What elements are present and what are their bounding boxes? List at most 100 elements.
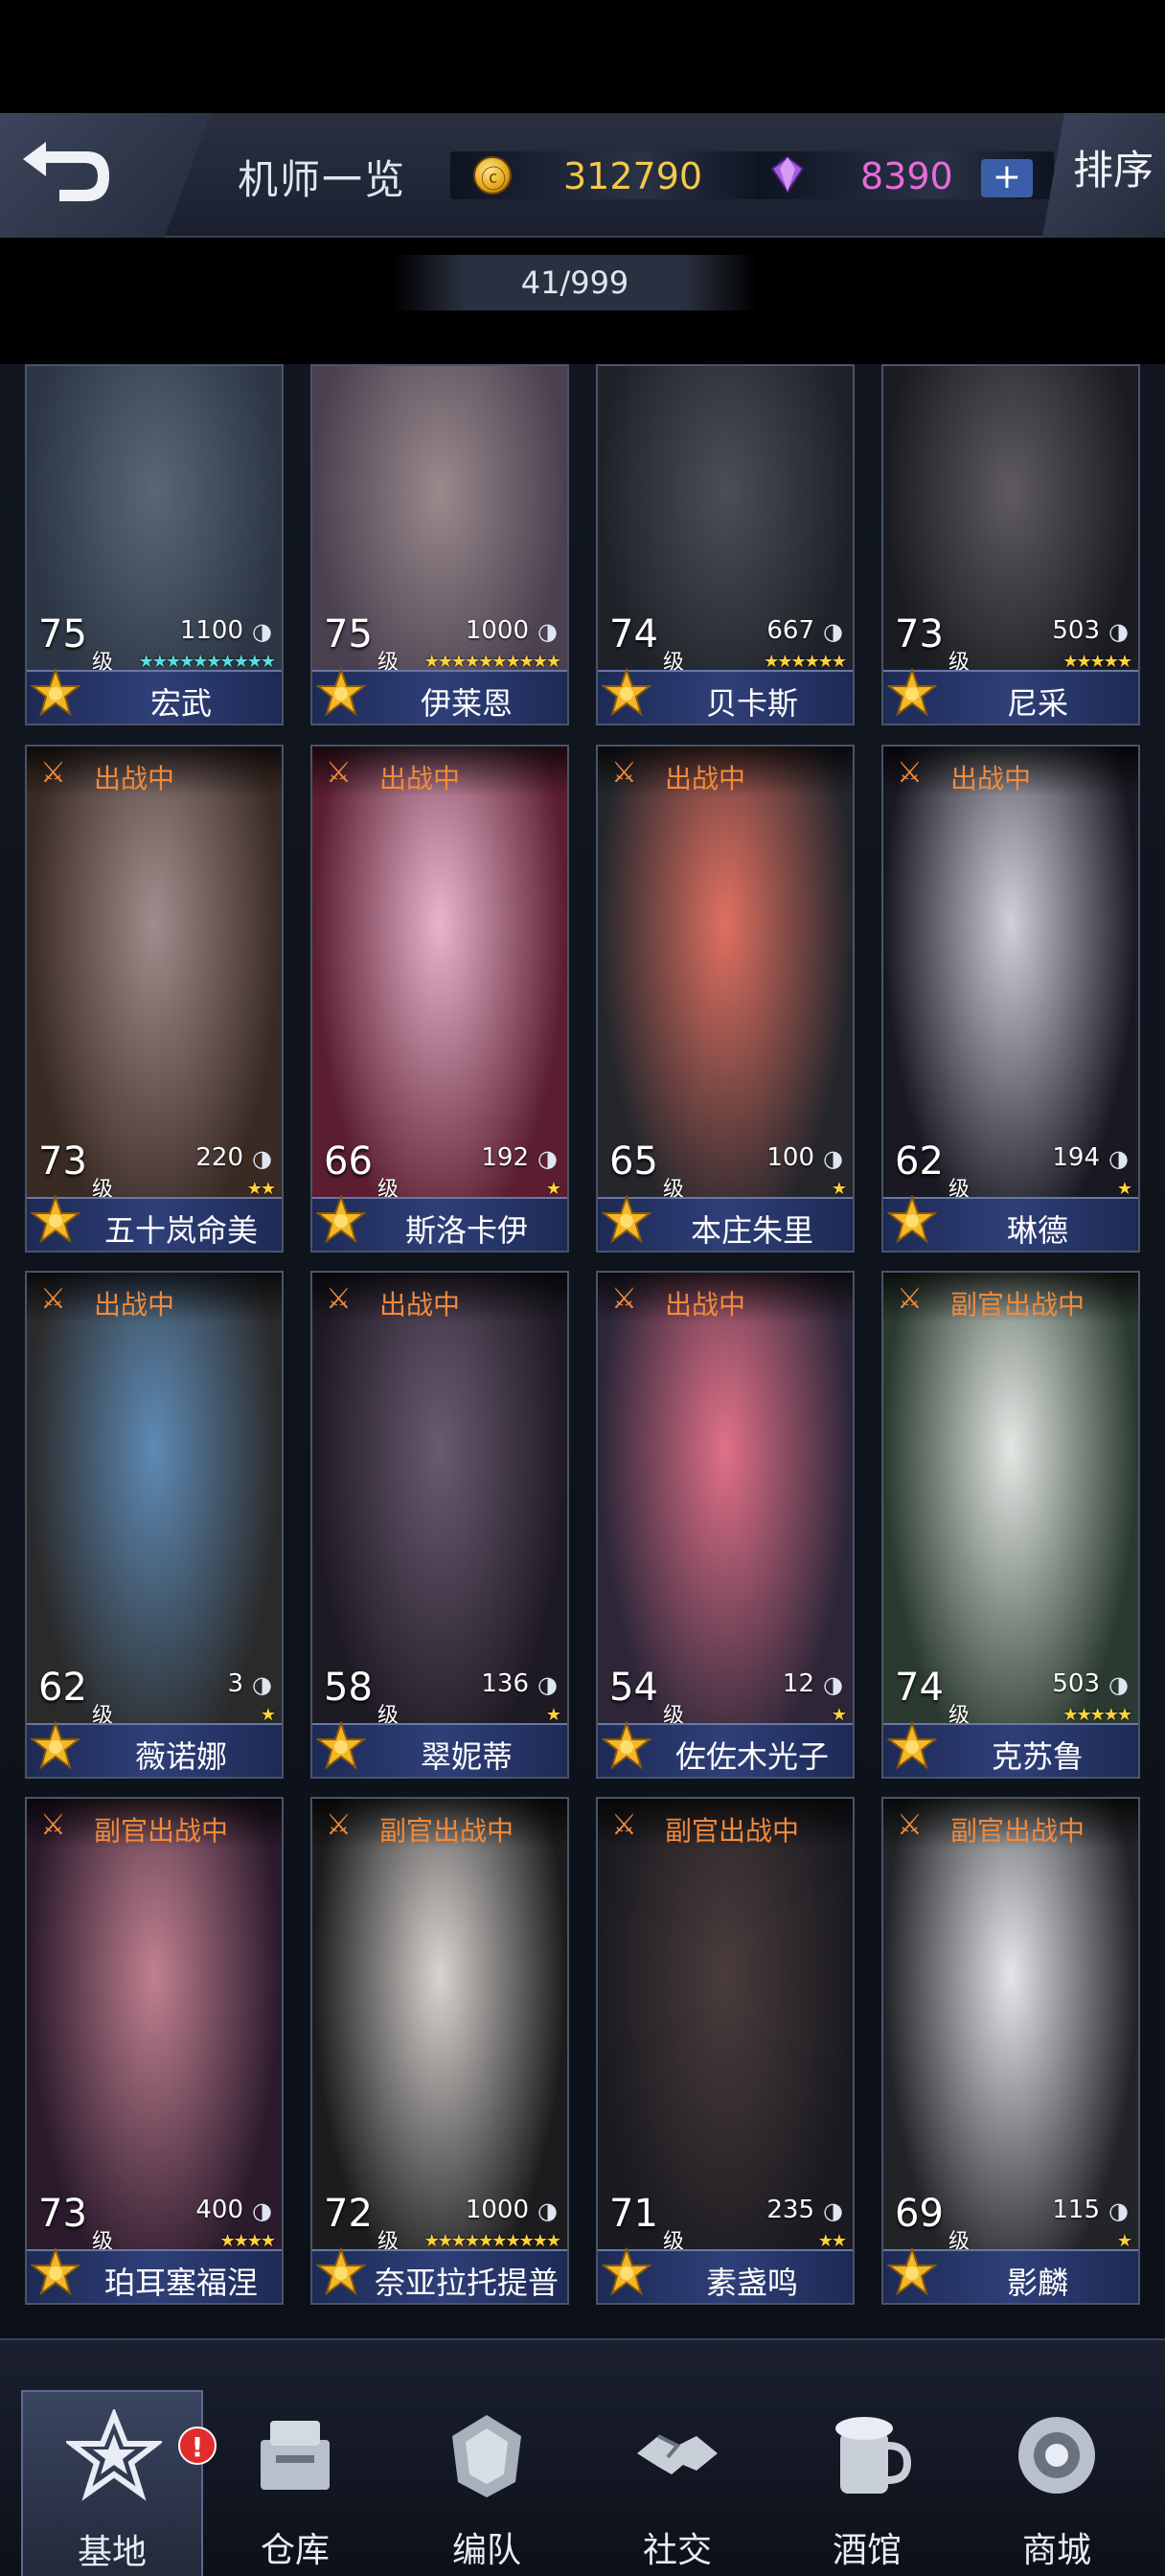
nav-label: 商城 <box>1021 2531 1091 2570</box>
power-icon: ◑ <box>823 1671 843 1698</box>
rank-star-icon <box>887 668 937 717</box>
crossed-swords-icon: ⚔ <box>611 1808 637 1842</box>
rank-star-icon <box>31 1195 80 1244</box>
pilot-level: 69 <box>895 2192 944 2236</box>
pilot-card[interactable]: ⚔ 出战中 54 级 12 ◑ ★ 佐佐木光子 <box>596 1271 855 1779</box>
star-rating: ★ <box>831 1705 847 1725</box>
power-icon: ◑ <box>252 1671 272 1698</box>
pilot-power: 220 <box>195 1143 243 1172</box>
add-gems-button[interactable]: + <box>981 159 1033 197</box>
pilot-card[interactable]: 73 级 503 ◑ ★★★★★ 尼采 <box>881 364 1140 725</box>
deploy-status: ⚔ 出战中 <box>27 747 282 796</box>
star-rating: ★★★★★ <box>1062 1705 1132 1725</box>
pilot-card[interactable]: ⚔ 出战中 58 级 136 ◑ ★ 翠妮蒂 <box>310 1271 569 1779</box>
power-icon: ◑ <box>1108 1671 1129 1698</box>
pilot-name: 珀耳塞福涅 <box>103 2265 258 2301</box>
pilot-name: 佐佐木光子 <box>674 1738 829 1775</box>
rank-star-icon <box>602 1195 651 1244</box>
deploy-status-label: 副官出战中 <box>950 1815 1085 1847</box>
deploy-status: ⚔ 出战中 <box>883 747 1138 796</box>
crossed-swords-icon: ⚔ <box>326 1282 352 1316</box>
pilot-level: 72 <box>324 2192 373 2236</box>
coin-value: 312790 <box>563 155 703 197</box>
pilot-name: 尼采 <box>1006 685 1068 722</box>
sort-button[interactable]: 排序 <box>1042 113 1165 238</box>
pilot-card[interactable]: ⚔ 出战中 65 级 100 ◑ ★ 本庄朱里 <box>596 745 855 1253</box>
pilot-level: 65 <box>609 1139 658 1184</box>
pilot-level: 73 <box>38 1139 87 1184</box>
back-button[interactable] <box>0 113 211 238</box>
pilot-card[interactable]: ⚔ 出战中 62 级 194 ◑ ★ 琳德 <box>881 745 1140 1253</box>
pilot-level: 62 <box>895 1139 944 1184</box>
status-bar <box>0 0 1165 113</box>
pilot-name: 伊莱恩 <box>420 685 513 722</box>
deploy-status-label: 出战中 <box>94 1289 175 1321</box>
pilot-card[interactable]: ⚔ 副官出战中 69 级 115 ◑ ★ 影麟 <box>881 1797 1140 2305</box>
nav-warehouse[interactable]: 仓库 <box>204 2390 386 2576</box>
crossed-swords-icon: ⚔ <box>897 1808 923 1842</box>
pilot-power: 3 <box>227 1669 243 1698</box>
pilot-level: 75 <box>38 612 87 656</box>
nav-shop[interactable]: 商城 <box>966 2390 1148 2576</box>
pilot-power: 136 <box>481 1669 529 1698</box>
star-rating: ★★ <box>817 2231 847 2251</box>
pilot-power: 192 <box>481 1143 529 1172</box>
deploy-status-label: 出战中 <box>94 763 175 794</box>
star-rating: ★★★★ <box>219 2231 276 2251</box>
pilot-name: 翠妮蒂 <box>420 1738 513 1775</box>
deploy-status-label: 副官出战中 <box>94 1815 229 1847</box>
pilot-card[interactable]: ⚔ 出战中 73 级 220 ◑ ★★ 五十岚命美 <box>25 745 284 1253</box>
pilot-level: 74 <box>895 1666 944 1710</box>
bottom-nav: 基地! 仓库 编队 社交 酒馆 商城 <box>0 2338 1165 2576</box>
nav-label: 酒馆 <box>832 2531 902 2570</box>
crossed-swords-icon: ⚔ <box>326 1808 352 1842</box>
rank-star-icon <box>31 1721 80 1770</box>
pilot-card[interactable]: ⚔ 副官出战中 73 级 400 ◑ ★★★★ 珀耳塞福涅 <box>25 1797 284 2305</box>
star-rating: ★★★★★★★★★★ <box>423 652 561 672</box>
power-icon: ◑ <box>1108 1145 1129 1172</box>
star-rating: ★ <box>545 1179 561 1199</box>
deploy-status-label: 出战中 <box>665 1289 746 1321</box>
deploy-status: ⚔ 副官出战中 <box>312 1799 567 1849</box>
nav-base[interactable]: 基地! <box>21 2390 217 2576</box>
power-icon: ◑ <box>537 2197 558 2224</box>
sort-label: 排序 <box>1073 147 1154 194</box>
pilot-power: 667 <box>766 616 814 645</box>
nav-label: 仓库 <box>260 2531 330 2570</box>
star-rating: ★★★★★★★★★★ <box>138 652 276 672</box>
warehouse-icon <box>261 2421 330 2490</box>
tavern-icon <box>835 2417 912 2494</box>
pilot-card[interactable]: ⚔ 出战中 62 级 3 ◑ ★ 薇诺娜 <box>25 1271 284 1779</box>
power-icon: ◑ <box>537 1671 558 1698</box>
crossed-swords-icon: ⚔ <box>897 1282 923 1316</box>
deploy-status: ⚔ 副官出战中 <box>598 1799 853 1849</box>
pilot-card[interactable]: 75 级 1100 ◑ ★★★★★★★★★★ 宏武 <box>25 364 284 725</box>
pilot-card[interactable]: ⚔ 出战中 66 级 192 ◑ ★ 斯洛卡伊 <box>310 745 569 1253</box>
nav-tavern[interactable]: 酒馆 <box>776 2390 958 2576</box>
star-rating: ★ <box>831 1179 847 1199</box>
pilot-card[interactable]: 74 级 667 ◑ ★★★★★★ 贝卡斯 <box>596 364 855 725</box>
deploy-status-label: 副官出战中 <box>665 1815 800 1847</box>
social-icon <box>637 2434 718 2474</box>
gem-icon <box>770 155 805 194</box>
nav-formation[interactable]: 编队 <box>396 2390 578 2576</box>
pilot-card[interactable]: 75 级 1000 ◑ ★★★★★★★★★★ 伊莱恩 <box>310 364 569 725</box>
power-icon: ◑ <box>252 618 272 645</box>
deploy-status: ⚔ 出战中 <box>598 747 853 796</box>
pilot-level: 74 <box>609 612 658 656</box>
rank-star-icon <box>602 2247 651 2296</box>
star-rating: ★★★★★★ <box>764 652 847 672</box>
pilot-card[interactable]: ⚔ 副官出战中 72 级 1000 ◑ ★★★★★★★★★★ 奈亚拉托提普 <box>310 1797 569 2305</box>
gem-value: 8390 <box>860 155 953 197</box>
deploy-status: ⚔ 副官出战中 <box>27 1799 282 1849</box>
star-rating: ★ <box>545 1705 561 1725</box>
pilot-card[interactable]: ⚔ 副官出战中 71 级 235 ◑ ★★ 素盏鸣 <box>596 1797 855 2305</box>
star-rating: ★ <box>1116 1179 1132 1199</box>
coin-icon <box>473 156 512 196</box>
nav-social[interactable]: 社交 <box>586 2390 768 2576</box>
deploy-status: ⚔ 副官出战中 <box>883 1273 1138 1322</box>
pilot-card[interactable]: ⚔ 副官出战中 74 级 503 ◑ ★★★★★ 克苏鲁 <box>881 1271 1140 1779</box>
pilot-power: 503 <box>1052 1669 1100 1698</box>
deploy-status-label: 出战中 <box>379 1289 461 1321</box>
pilot-level: 73 <box>895 612 944 656</box>
